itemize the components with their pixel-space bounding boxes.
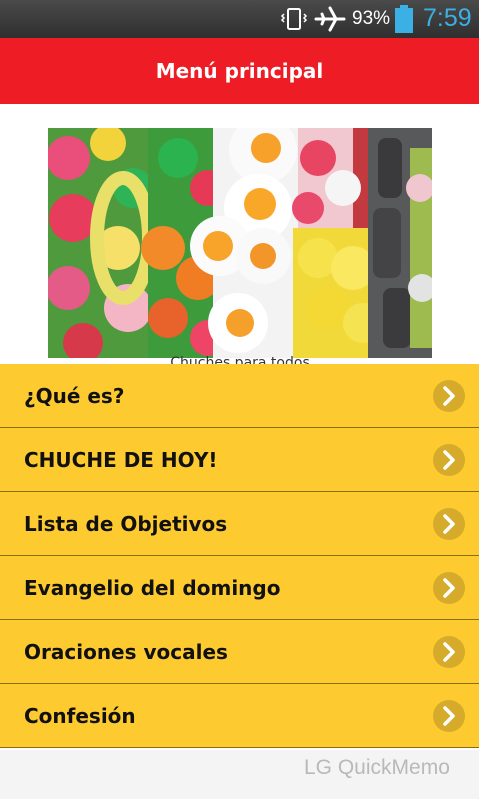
chevron-right-icon	[433, 700, 465, 732]
clock: 7:59	[423, 4, 472, 32]
chevron-right-icon	[433, 444, 465, 476]
menu-item-label: Lista de Objetivos	[24, 512, 228, 536]
menu-item-label: Evangelio del domingo	[24, 576, 281, 600]
vibrate-icon	[280, 8, 308, 30]
menu-item-label: ¿Qué es?	[24, 384, 125, 408]
battery-icon	[395, 5, 413, 33]
airplane-icon	[314, 6, 346, 32]
battery-percent: 93%	[352, 8, 391, 29]
menu-item-evangelio-del-domingo[interactable]: Evangelio del domingo	[0, 556, 479, 620]
menu-item-que-es[interactable]: ¿Qué es?	[0, 364, 479, 428]
menu-item-lista-de-objetivos[interactable]: Lista de Objetivos	[0, 492, 479, 556]
chevron-right-icon	[433, 508, 465, 540]
chevron-right-icon	[433, 380, 465, 412]
app-header: Menú principal	[0, 38, 479, 104]
candy-banner-image	[48, 128, 432, 358]
quickmemo-watermark: LG QuickMemo	[304, 756, 450, 779]
page-title: Menú principal	[155, 59, 324, 83]
menu-item-chuche-de-hoy[interactable]: CHUCHE DE HOY!	[0, 428, 479, 492]
menu-item-label: CHUCHE DE HOY!	[24, 448, 218, 472]
menu-item-oraciones-vocales[interactable]: Oraciones vocales	[0, 620, 479, 684]
chevron-right-icon	[433, 572, 465, 604]
menu-item-label: Oraciones vocales	[24, 640, 228, 664]
chevron-right-icon	[433, 636, 465, 668]
main-menu: ¿Qué es? CHUCHE DE HOY! Lista de Objetiv…	[0, 364, 479, 748]
menu-item-label: Confesión	[24, 704, 136, 728]
status-bar: 93% 7:59	[0, 0, 479, 38]
menu-item-confesion[interactable]: Confesión	[0, 684, 479, 748]
